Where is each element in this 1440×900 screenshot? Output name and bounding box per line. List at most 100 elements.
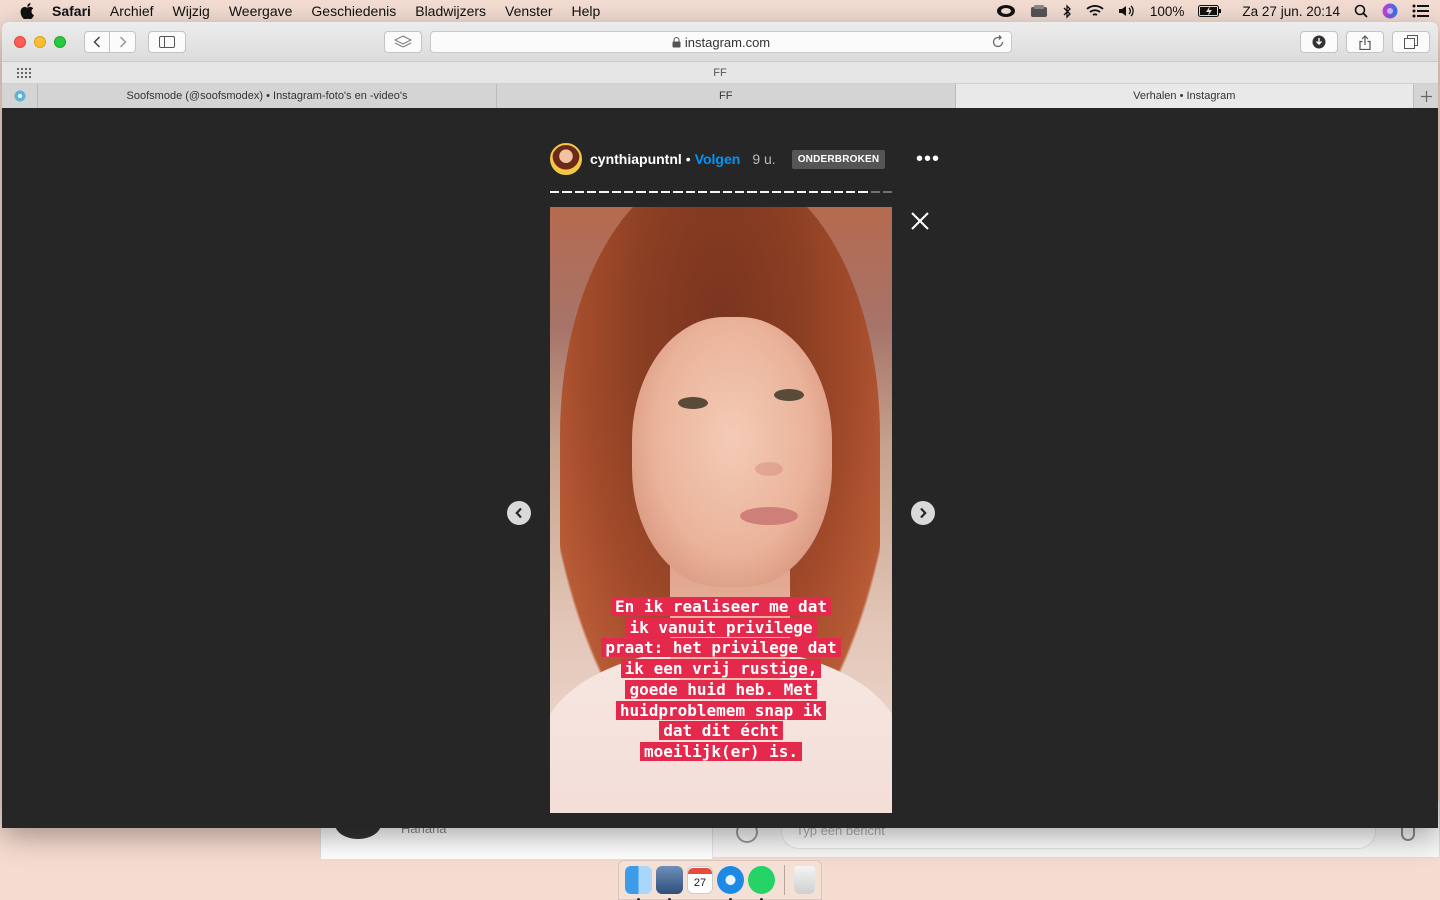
story-image[interactable]: En ik realiseer me dat ik vanuit privile…: [550, 207, 892, 813]
tab-verhalen[interactable]: Verhalen • Instagram: [955, 84, 1414, 108]
story-timestamp: 9 u.: [752, 151, 776, 167]
caption-line: ik vanuit privilege: [625, 617, 817, 637]
story-viewer: cynthiapuntnl • Volgen 9 u. ONDERBROKEN …: [2, 111, 1438, 828]
url-text: instagram.com: [684, 34, 771, 50]
menu-wijzig[interactable]: Wijzig: [173, 3, 210, 19]
previous-story-button[interactable]: [507, 501, 531, 525]
progress-segment: [697, 191, 708, 193]
sidebar-icon: [159, 35, 175, 48]
more-options-icon[interactable]: •••: [916, 149, 940, 169]
progress-segment: [722, 191, 732, 193]
pinned-favicon-icon[interactable]: [2, 84, 38, 108]
progress-segment: [821, 191, 831, 193]
story-progress-bar: [550, 191, 893, 193]
toolbar-right-group: [1300, 31, 1430, 53]
progress-segment: [870, 191, 880, 193]
progress-segment: [784, 191, 794, 193]
menu-bladwijzers[interactable]: Bladwijzers: [415, 3, 486, 19]
tabs-icon: [1404, 35, 1418, 49]
menu-help[interactable]: Help: [572, 3, 601, 19]
safari-toolbar: instagram.com: [2, 22, 1438, 62]
chevron-right-icon: [119, 35, 127, 48]
progress-segment: [747, 191, 757, 193]
notification-center-icon[interactable]: [1412, 4, 1430, 18]
status-badge: ONDERBROKEN: [791, 149, 886, 169]
progress-segment: [586, 191, 597, 193]
caption-line: goede huid heb. Met: [625, 679, 817, 699]
fullscreen-window-button[interactable]: [54, 35, 66, 48]
dock-trash-icon[interactable]: [793, 866, 815, 894]
follow-button[interactable]: Volgen: [695, 151, 741, 167]
progress-segment: [660, 191, 671, 193]
progress-segment: [685, 191, 695, 193]
dock-separator: [784, 865, 785, 895]
progress-segment: [833, 191, 843, 193]
progress-segment: [734, 191, 745, 193]
bluetooth-icon[interactable]: [1062, 3, 1072, 19]
photo-face: [632, 317, 832, 587]
story-username[interactable]: cynthiapuntnl: [590, 151, 682, 167]
siri-icon[interactable]: [1382, 3, 1398, 19]
progress-segment: [574, 191, 584, 193]
photo-lips: [740, 507, 798, 525]
spotlight-search-icon[interactable]: [1354, 4, 1368, 18]
download-icon: [1312, 35, 1326, 49]
back-button[interactable]: [84, 30, 110, 53]
drive-icon[interactable]: [1030, 4, 1048, 18]
reload-icon[interactable]: [991, 35, 1005, 49]
tab-label: Soofsmode (@soofsmodex) • Instagram-foto…: [126, 90, 408, 102]
dock-whatsapp-icon[interactable]: [748, 866, 775, 900]
apple-menu-icon[interactable]: [20, 3, 36, 19]
creative-cloud-icon[interactable]: [996, 4, 1016, 18]
story-caption: En ik realiseer me dat ik vanuit privile…: [562, 597, 880, 763]
menubar-clock[interactable]: Za 27 jun. 20:14: [1242, 4, 1340, 19]
battery-icon[interactable]: [1198, 5, 1222, 17]
progress-segment: [562, 191, 572, 193]
reader-layers-button[interactable]: [384, 31, 422, 53]
minimize-window-button[interactable]: [34, 35, 46, 48]
close-window-button[interactable]: [14, 35, 26, 48]
address-bar[interactable]: instagram.com: [430, 31, 1012, 53]
menu-geschiedenis[interactable]: Geschiedenis: [311, 3, 396, 19]
tab-ff[interactable]: FF: [497, 84, 956, 108]
progress-segment: [623, 191, 634, 193]
avatar[interactable]: [550, 143, 582, 175]
progress-segment: [648, 191, 658, 193]
menu-app-safari[interactable]: Safari: [52, 3, 91, 19]
tab-label: FF: [719, 90, 733, 102]
progress-segment: [882, 191, 893, 193]
dock-safari-icon[interactable]: [717, 866, 745, 900]
menu-weergave[interactable]: Weergave: [229, 3, 293, 19]
tab-overview-button[interactable]: [1392, 31, 1430, 53]
caption-line: praat: het privilege dat: [601, 638, 841, 658]
new-tab-button[interactable]: [1414, 84, 1438, 108]
progress-segment: [808, 191, 819, 193]
dock: 27: [618, 860, 822, 900]
sidebar-toggle-button[interactable]: [148, 30, 186, 53]
volume-icon[interactable]: [1118, 4, 1136, 18]
downloads-button[interactable]: [1300, 31, 1338, 53]
dock-calendar-icon[interactable]: 27: [686, 866, 714, 894]
caption-line: huidproblemem snap ik: [615, 700, 827, 720]
progress-segment: [710, 191, 720, 193]
battery-percentage: 100%: [1149, 3, 1185, 19]
progress-segment: [550, 191, 560, 193]
close-story-button[interactable]: [908, 209, 932, 233]
menu-archief[interactable]: Archief: [110, 3, 154, 19]
forward-button[interactable]: [110, 30, 136, 53]
wifi-icon[interactable]: [1086, 4, 1104, 18]
progress-segment: [771, 191, 782, 193]
caption-line: dat dit écht: [659, 721, 783, 741]
progress-segment: [611, 191, 621, 193]
menu-venster[interactable]: Venster: [505, 3, 552, 19]
calendar-day: 27: [693, 877, 707, 889]
next-story-button[interactable]: [911, 501, 935, 525]
tab-soofsmode[interactable]: Soofsmode (@soofsmodex) • Instagram-foto…: [2, 84, 497, 108]
dock-preview-icon[interactable]: [655, 866, 683, 900]
chevron-right-icon: [920, 507, 927, 519]
close-icon: [911, 212, 929, 230]
progress-segment: [845, 191, 856, 193]
dock-finder-icon[interactable]: [625, 866, 652, 900]
menu-bar: Safari Archief Wijzig Weergave Geschiede…: [0, 0, 1440, 22]
share-button[interactable]: [1346, 31, 1384, 53]
